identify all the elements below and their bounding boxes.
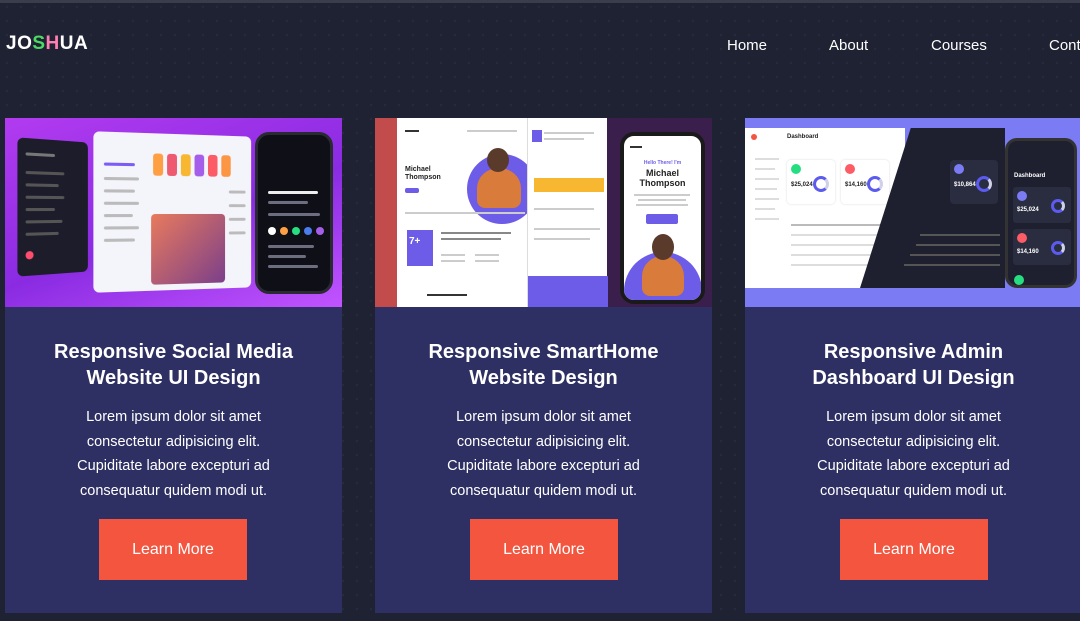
- mockup-stat-value: $10,864: [954, 182, 976, 188]
- nav-link-home[interactable]: Home: [727, 37, 767, 54]
- card-title: Responsive Social Media Website UI Desig…: [15, 339, 332, 391]
- mockup-dashboard-heading: Dashboard: [787, 134, 819, 140]
- learn-more-button[interactable]: Learn More: [470, 519, 618, 580]
- mockup-greeting: Hello There! I'm: [643, 160, 682, 166]
- nav-link-contact[interactable]: Cont: [1049, 37, 1080, 54]
- nav-link-about[interactable]: About: [829, 37, 868, 54]
- mockup-hero-name: Michael: [405, 166, 431, 173]
- card-description-line: Lorem ipsum dolor sit amet: [456, 409, 631, 425]
- card-description-line: Lorem ipsum dolor sit amet: [86, 409, 261, 425]
- card-description-line: Lorem ipsum dolor sit amet: [826, 409, 1001, 425]
- project-image-social-media: [5, 118, 342, 307]
- card-description: Lorem ipsum dolor sit amet consectetur a…: [755, 405, 1072, 503]
- project-image-admin-dashboard: Dashboard $25,024 $14,160 $10,864 Dashbo…: [745, 118, 1080, 307]
- card-description-line: Cupiditate labore excepturi ad: [77, 458, 270, 474]
- card-description-line: consectetur adipisicing elit.: [826, 433, 1001, 450]
- top-border: [0, 0, 1080, 3]
- learn-more-button[interactable]: Learn More: [840, 519, 988, 580]
- project-card-smarthome: Michael Thompson 7+ Hello There! I'm Mic…: [375, 118, 712, 613]
- mockup-phone-name: Michael: [645, 168, 679, 178]
- nav-link-courses[interactable]: Courses: [931, 37, 987, 54]
- card-description-line: Cupiditate labore excepturi ad: [817, 458, 1010, 474]
- mockup-stat: 7+: [409, 236, 421, 247]
- card-description: Lorem ipsum dolor sit amet consectetur a…: [15, 405, 332, 503]
- card-title-line: Website UI Design: [86, 367, 261, 389]
- card-description-line: consectetur adipisicing elit.: [456, 433, 631, 450]
- card-description-line: consectetur adipisicing elit.: [86, 433, 261, 450]
- project-card-admin-dashboard: Dashboard $25,024 $14,160 $10,864 Dashbo…: [745, 118, 1080, 613]
- card-description-line: consequatur quidem modi ut.: [450, 482, 637, 499]
- card-title: Responsive SmartHome Website Design: [385, 339, 702, 391]
- card-description: Lorem ipsum dolor sit amet consectetur a…: [385, 405, 702, 503]
- card-title-line: Dashboard UI Design: [812, 367, 1015, 389]
- card-title-line: Website Design: [469, 367, 618, 389]
- mockup-phone-heading: Dashboard: [1014, 173, 1046, 179]
- mockup-stat-value: $25,024: [1017, 207, 1039, 213]
- card-description-line: consequatur quidem modi ut.: [80, 482, 267, 499]
- main-nav: Home About Courses Cont: [0, 37, 1080, 57]
- mockup-phone-name: Thompson: [639, 178, 686, 188]
- card-description-line: consequatur quidem modi ut.: [820, 482, 1007, 499]
- project-card-social-media: Responsive Social Media Website UI Desig…: [5, 118, 342, 613]
- card-description-line: Cupiditate labore excepturi ad: [447, 458, 640, 474]
- mockup-stat-value: $25,024: [791, 182, 813, 188]
- mockup-stat-value: $14,160: [1017, 249, 1039, 255]
- learn-more-button[interactable]: Learn More: [99, 519, 247, 580]
- project-image-smarthome: Michael Thompson 7+ Hello There! I'm Mic…: [375, 118, 712, 307]
- card-title: Responsive Admin Dashboard UI Design: [755, 339, 1072, 391]
- card-title-line: Responsive SmartHome: [428, 341, 659, 363]
- card-title-line: Responsive Admin: [823, 341, 1004, 363]
- mockup-hero-name: Thompson: [405, 174, 441, 181]
- card-title-line: Responsive Social Media: [54, 341, 293, 363]
- mockup-stat-value: $14,160: [845, 182, 867, 188]
